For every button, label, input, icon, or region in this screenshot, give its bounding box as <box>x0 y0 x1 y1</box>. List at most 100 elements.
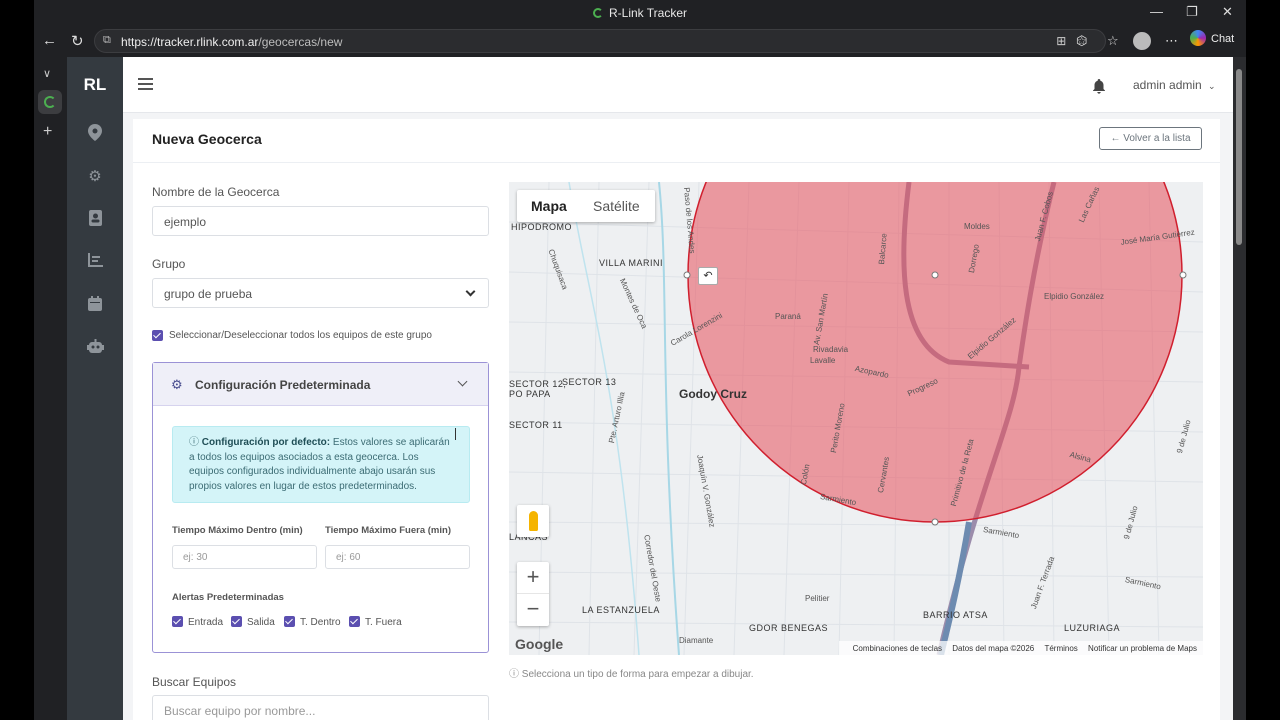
report-problem-link[interactable]: Notificar un problema de Maps <box>1088 644 1197 653</box>
zoom-out-button[interactable]: − <box>517 594 549 626</box>
alert-t-dentro-checkbox[interactable] <box>284 616 295 627</box>
site-info-icon[interactable]: ⧉ <box>103 34 111 47</box>
robot-icon[interactable] <box>85 339 105 359</box>
vertical-tab-strip: ∨ + <box>34 57 67 720</box>
search-devices-label: Buscar Equipos <box>152 675 237 689</box>
more-menu-icon[interactable]: ⋯ <box>1165 33 1178 49</box>
default-config-title: Configuración Predeterminada <box>195 378 371 392</box>
search-devices-input[interactable]: Buscar equipo por nombre... <box>152 695 489 720</box>
terms-link[interactable]: Términos <box>1044 644 1077 653</box>
window-title: R-Link Tracker <box>34 6 1246 20</box>
favorites-icon[interactable]: ☆ <box>1107 33 1119 49</box>
alert-t-fuera-label: T. Fuera <box>365 617 402 628</box>
menu-toggle-icon[interactable] <box>138 78 153 90</box>
alert-salida-label: Salida <box>247 617 275 628</box>
loading-icon <box>44 96 56 108</box>
map-area-label: BARRIO ATSA <box>923 610 988 620</box>
form-card: Nueva Geocerca ← Volver a la lista Nombr… <box>133 119 1220 720</box>
profile-avatar[interactable] <box>1133 32 1151 50</box>
reload-icon[interactable]: ↻ <box>71 32 84 50</box>
map-street-label: Diamante <box>679 636 714 645</box>
map-area-label: LA ESTANZUELA <box>582 605 660 615</box>
map-type-control: Mapa Satélite <box>517 190 655 222</box>
group-select[interactable]: grupo de prueba <box>152 278 489 308</box>
loading-icon <box>592 8 603 18</box>
keyboard-shortcuts-link[interactable]: Combinaciones de teclas <box>853 644 942 653</box>
map-area-label: LUZURIAGA <box>1064 623 1121 633</box>
address-book-icon[interactable] <box>85 210 105 230</box>
app-brand[interactable]: RL <box>67 75 123 95</box>
url-text[interactable]: https://tracker.rlink.com.ar/geocercas/n… <box>121 35 342 49</box>
page-scrollbar[interactable] <box>1233 57 1246 720</box>
bell-icon[interactable] <box>1092 79 1106 94</box>
user-menu[interactable]: admin admin ⌄ <box>1133 78 1216 92</box>
extensions-icon[interactable]: ⬡ <box>1076 33 1087 49</box>
alert-t-dentro-label: T. Dentro <box>300 617 341 628</box>
scrollbar-thumb[interactable] <box>1236 69 1242 245</box>
address-bar[interactable]: ⧉ https://tracker.rlink.com.ar/geocercas… <box>94 29 1106 53</box>
alert-salida-checkbox[interactable] <box>231 616 242 627</box>
map-area-label: GDOR BENEGAS <box>749 623 829 633</box>
chevron-down-icon: ⌄ <box>1208 81 1216 91</box>
select-all-label: Seleccionar/Deseleccionar todos los equi… <box>169 330 432 341</box>
default-config-panel: ⚙ Configuración Predeterminada ⓘ Configu… <box>152 362 489 653</box>
text-cursor <box>455 428 456 440</box>
undo-icon[interactable]: ↶ <box>698 267 718 285</box>
max-out-label: Tiempo Máximo Fuera (min) <box>325 525 451 536</box>
zoom-control: + − <box>517 562 549 626</box>
max-in-input[interactable]: ej: 30 <box>172 545 317 569</box>
map-area-label: VILLA MARINI <box>599 258 664 268</box>
close-icon[interactable]: ✕ <box>1222 4 1233 20</box>
map-area-label: SECTOR 13 <box>562 377 617 387</box>
zoom-in-button[interactable]: + <box>517 562 549 594</box>
map-street-label: Lavalle <box>810 356 836 365</box>
gears-icon[interactable]: ⚙ <box>85 167 105 187</box>
back-to-list-button[interactable]: ← Volver a la lista <box>1099 127 1202 150</box>
draw-hint: ⓘ Selecciona un tipo de forma para empez… <box>509 669 754 680</box>
copilot-icon <box>1190 30 1206 46</box>
map-area-label: HIPODROMO <box>511 222 573 232</box>
minimize-icon[interactable]: — <box>1150 4 1163 19</box>
app-topbar: admin admin ⌄ <box>123 57 1233 113</box>
map-street-label: Pelitier <box>805 594 830 603</box>
browser-titlebar: R-Link Tracker — ❐ ✕ <box>34 0 1246 26</box>
map-area-label: SECTOR 12, <box>509 379 567 389</box>
map-area-label: PO PAPA <box>509 389 551 399</box>
report-icon[interactable] <box>85 253 105 273</box>
map-type-satellite-button[interactable]: Satélite <box>593 198 640 214</box>
geofence-name-input[interactable]: ejemplo <box>152 206 489 236</box>
street-view-pegman-icon[interactable] <box>517 505 549 537</box>
map-city-label: Godoy Cruz <box>679 387 747 401</box>
calendar-icon[interactable] <box>85 296 105 316</box>
chevron-down-icon[interactable]: ∨ <box>43 67 51 80</box>
copilot-chat-button[interactable]: Chat <box>1190 30 1234 46</box>
map-street-label: Elpidio González <box>1044 292 1105 301</box>
browser-window: R-Link Tracker — ❐ ✕ ← ↻ ⧉ https://track… <box>34 0 1246 720</box>
default-config-header[interactable]: ⚙ Configuración Predeterminada <box>153 363 488 406</box>
info-icon: ⓘ <box>189 437 202 448</box>
new-tab-icon[interactable]: + <box>43 123 52 141</box>
tab-active[interactable] <box>38 90 62 114</box>
max-in-label: Tiempo Máximo Dentro (min) <box>172 525 303 536</box>
app-sidebar: RL ⚙ <box>67 57 123 720</box>
chevron-down-icon <box>465 286 476 297</box>
map-street-label: Rivadavia <box>813 345 849 354</box>
map-pin-icon[interactable] <box>85 124 105 144</box>
default-config-info: ⓘ Configuración por defecto: Estos valor… <box>172 426 470 503</box>
back-arrow-icon[interactable]: ← <box>42 32 57 49</box>
gear-icon: ⚙ <box>171 377 183 392</box>
alert-entrada-checkbox[interactable] <box>172 616 183 627</box>
map-type-map-button[interactable]: Mapa <box>531 198 567 214</box>
map-attribution: Combinaciones de teclas Datos del mapa ©… <box>838 641 1203 655</box>
google-logo: Google <box>515 636 564 652</box>
alert-entrada-label: Entrada <box>188 617 224 628</box>
alert-t-fuera-checkbox[interactable] <box>349 616 360 627</box>
map-canvas[interactable]: ↶ HIPODROMO VILLA MARINI SECTOR 12, PO P… <box>509 182 1203 655</box>
select-all-checkbox[interactable] <box>152 330 163 341</box>
maximize-icon[interactable]: ❐ <box>1186 4 1198 20</box>
max-out-input[interactable]: ej: 60 <box>325 545 470 569</box>
name-label: Nombre de la Geocerca <box>152 185 280 199</box>
chevron-down-icon <box>457 376 468 387</box>
map-area-label: SECTOR 11 <box>509 420 563 430</box>
map-street-label: Paraná <box>775 312 801 321</box>
